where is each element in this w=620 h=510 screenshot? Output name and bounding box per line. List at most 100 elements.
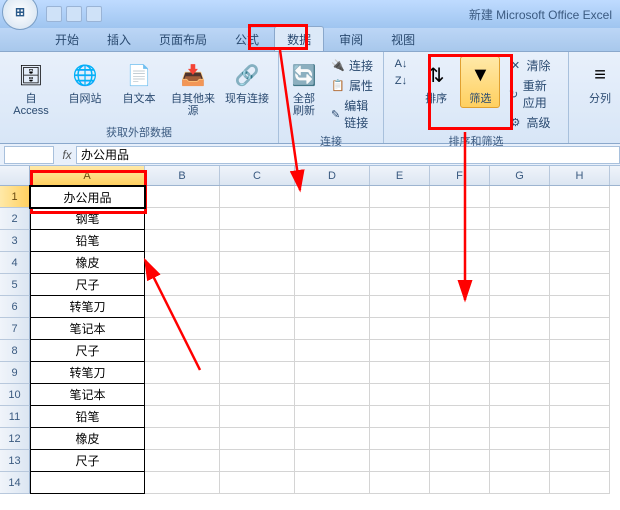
row-header[interactable]: 8: [0, 340, 30, 362]
cell[interactable]: [550, 406, 610, 428]
cell[interactable]: [430, 208, 490, 230]
cell[interactable]: [220, 186, 295, 208]
from-access-button[interactable]: 🗄自 Access: [6, 56, 56, 120]
cell[interactable]: [370, 252, 430, 274]
cell[interactable]: [295, 406, 370, 428]
cell[interactable]: [145, 406, 220, 428]
cell[interactable]: [220, 384, 295, 406]
properties-button[interactable]: 📋属性: [327, 76, 377, 95]
cell[interactable]: [550, 340, 610, 362]
cell[interactable]: [370, 274, 430, 296]
cell[interactable]: 转笔刀: [30, 296, 145, 318]
cell[interactable]: [370, 362, 430, 384]
cell[interactable]: [145, 428, 220, 450]
cell[interactable]: [145, 450, 220, 472]
row-header[interactable]: 1: [0, 186, 30, 208]
office-button[interactable]: ⊞: [2, 0, 38, 30]
tab-insert[interactable]: 插入: [94, 26, 144, 51]
row-header[interactable]: 9: [0, 362, 30, 384]
cell[interactable]: [220, 252, 295, 274]
from-other-button[interactable]: 📥自其他来源: [168, 56, 218, 120]
cell[interactable]: [550, 450, 610, 472]
sort-button[interactable]: ⇅排序: [416, 56, 456, 108]
cell[interactable]: 尺子: [30, 340, 145, 362]
cell[interactable]: [430, 472, 490, 494]
cell[interactable]: [220, 362, 295, 384]
row-header[interactable]: 10: [0, 384, 30, 406]
cell[interactable]: [220, 296, 295, 318]
advanced-button[interactable]: ⚙高级: [504, 113, 562, 132]
cell[interactable]: [295, 252, 370, 274]
cell[interactable]: [220, 406, 295, 428]
cell[interactable]: 橡皮: [30, 428, 145, 450]
cell[interactable]: [145, 472, 220, 494]
cell[interactable]: [490, 318, 550, 340]
row-header[interactable]: 3: [0, 230, 30, 252]
tab-page-layout[interactable]: 页面布局: [146, 26, 220, 51]
cell[interactable]: [145, 362, 220, 384]
cell[interactable]: [430, 186, 490, 208]
cell[interactable]: [220, 318, 295, 340]
cell[interactable]: [145, 186, 220, 208]
filter-button[interactable]: ▼筛选: [460, 56, 500, 108]
cell[interactable]: [295, 428, 370, 450]
cell[interactable]: [490, 230, 550, 252]
cell[interactable]: [295, 208, 370, 230]
row-header[interactable]: 11: [0, 406, 30, 428]
cell[interactable]: [550, 362, 610, 384]
cell[interactable]: [295, 362, 370, 384]
formula-input[interactable]: [76, 146, 620, 164]
cell[interactable]: [220, 340, 295, 362]
col-header-h[interactable]: H: [550, 166, 610, 185]
cell[interactable]: [370, 384, 430, 406]
from-web-button[interactable]: 🌐自网站: [60, 56, 110, 108]
cell[interactable]: [295, 384, 370, 406]
cell[interactable]: [145, 318, 220, 340]
cell[interactable]: [145, 230, 220, 252]
cell[interactable]: [220, 450, 295, 472]
cell[interactable]: [430, 230, 490, 252]
cell[interactable]: [220, 230, 295, 252]
col-header-d[interactable]: D: [295, 166, 370, 185]
cell[interactable]: [550, 296, 610, 318]
connections-button[interactable]: 🔌连接: [327, 56, 377, 75]
cell[interactable]: [295, 340, 370, 362]
select-all-corner[interactable]: [0, 166, 30, 185]
row-header[interactable]: 12: [0, 428, 30, 450]
row-header[interactable]: 6: [0, 296, 30, 318]
tab-review[interactable]: 审阅: [326, 26, 376, 51]
row-header[interactable]: 14: [0, 472, 30, 494]
cell[interactable]: [490, 406, 550, 428]
cell[interactable]: [490, 296, 550, 318]
tab-start[interactable]: 开始: [42, 26, 92, 51]
cell[interactable]: [370, 450, 430, 472]
cell[interactable]: [490, 340, 550, 362]
cell[interactable]: [295, 318, 370, 340]
tab-formulas[interactable]: 公式: [222, 26, 272, 51]
cell[interactable]: [295, 274, 370, 296]
cell[interactable]: [220, 208, 295, 230]
cell[interactable]: [220, 274, 295, 296]
row-header[interactable]: 7: [0, 318, 30, 340]
cell[interactable]: 铅笔: [30, 406, 145, 428]
cell[interactable]: [550, 274, 610, 296]
qat-undo-icon[interactable]: [66, 6, 82, 22]
edit-links-button[interactable]: ✎编辑链接: [327, 96, 377, 132]
qat-save-icon[interactable]: [46, 6, 62, 22]
cell[interactable]: [220, 428, 295, 450]
clear-filter-button[interactable]: ✕清除: [504, 56, 562, 75]
cell[interactable]: [430, 274, 490, 296]
cell[interactable]: 铅笔: [30, 230, 145, 252]
cell[interactable]: 钢笔: [30, 208, 145, 230]
cell[interactable]: [295, 450, 370, 472]
cell[interactable]: [490, 362, 550, 384]
cell[interactable]: [370, 340, 430, 362]
cell[interactable]: [490, 274, 550, 296]
cell[interactable]: [370, 318, 430, 340]
cell[interactable]: 办公用品: [30, 186, 145, 208]
col-header-f[interactable]: F: [430, 166, 490, 185]
cell[interactable]: [550, 428, 610, 450]
sort-az-button[interactable]: A↓: [390, 56, 412, 72]
col-header-g[interactable]: G: [490, 166, 550, 185]
cell[interactable]: [145, 384, 220, 406]
